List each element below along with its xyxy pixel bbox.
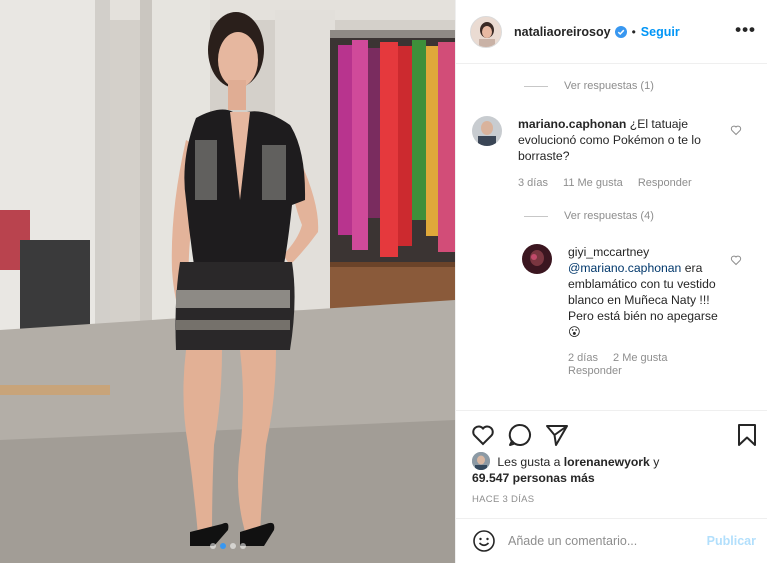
comment-emoji: 😮	[568, 325, 581, 339]
post-timestamp[interactable]: HACE 3 DÍAS	[472, 494, 534, 505]
comment-like-heart-icon[interactable]	[730, 254, 742, 266]
post-actions-bar	[456, 410, 767, 450]
post-header: nataliaoreirosoy • Seguir •••	[456, 0, 767, 64]
comments-list[interactable]: Ver respuestas (1) mariano.caphonan ¿El …	[456, 64, 767, 410]
carousel-dot	[239, 543, 246, 549]
more-options-icon[interactable]: •••	[735, 21, 756, 38]
share-send-icon[interactable]	[544, 422, 570, 448]
like-heart-icon[interactable]	[470, 422, 496, 448]
emoji-smile-icon[interactable]	[472, 529, 496, 553]
view-replies-label: Ver respuestas (4)	[564, 210, 654, 222]
carousel-dot	[209, 543, 216, 549]
author-avatar[interactable]	[470, 15, 502, 48]
comment-meta: 3 días 11 Me gusta Responder	[518, 177, 738, 190]
carousel-dot-active	[219, 543, 226, 549]
likes-count[interactable]: 69.547 personas más	[472, 471, 595, 485]
verified-badge-icon	[614, 25, 627, 38]
comment: mariano.caphonan ¿El tatuaje evolucionó …	[472, 116, 742, 190]
author-username[interactable]: nataliaoreirosoy	[514, 25, 611, 39]
commenter-avatar[interactable]	[522, 244, 552, 274]
follow-button[interactable]: Seguir	[641, 25, 680, 39]
photo-illustration	[0, 0, 455, 563]
reply-comment: giyi_mccartney @mariano.caphonan era emb…	[522, 244, 742, 378]
header-separator: •	[631, 24, 636, 39]
liker-username[interactable]: lorenanewyork	[564, 455, 650, 469]
replies-line	[524, 85, 548, 87]
comment-time[interactable]: 3 días	[518, 177, 548, 189]
comment-time[interactable]: 2 días	[568, 352, 598, 364]
comment-username[interactable]: mariano.caphonan	[518, 117, 626, 131]
comment-like-heart-icon[interactable]	[730, 124, 742, 136]
comment-bubble-icon[interactable]	[507, 422, 533, 448]
comment-body: giyi_mccartney @mariano.caphonan era emb…	[568, 244, 728, 378]
carousel-dot	[229, 543, 236, 549]
likes-joiner: y	[653, 455, 660, 469]
post-side-panel: nataliaoreirosoy • Seguir ••• Ver respue…	[455, 0, 767, 563]
comment-likes[interactable]: 2 Me gusta	[613, 352, 667, 364]
comment-body: mariano.caphonan ¿El tatuaje evolucionó …	[518, 116, 738, 190]
add-comment-bar: Publicar	[456, 518, 767, 563]
liker-avatar[interactable]	[472, 452, 490, 470]
view-replies-button[interactable]: Ver respuestas (1)	[524, 80, 654, 92]
reply-button[interactable]: Responder	[638, 177, 692, 189]
likes-summary: Les gusta a lorenanewyork y 69.547 perso…	[472, 452, 762, 486]
view-replies-button[interactable]: Ver respuestas (4)	[524, 210, 654, 222]
commenter-avatar[interactable]	[472, 116, 502, 146]
comment-likes[interactable]: 11 Me gusta	[563, 177, 623, 189]
publish-button[interactable]: Publicar	[707, 534, 756, 548]
carousel-indicator	[0, 543, 455, 549]
post-photo[interactable]	[0, 0, 455, 563]
save-bookmark-icon[interactable]	[734, 422, 760, 448]
comment-meta: 2 días 2 Me gusta Responder	[568, 352, 728, 378]
add-comment-input[interactable]	[508, 534, 698, 548]
reply-button[interactable]: Responder	[568, 365, 622, 377]
view-replies-label: Ver respuestas (1)	[564, 80, 654, 92]
replies-line	[524, 215, 548, 217]
likes-prefix: Les gusta a	[497, 455, 561, 469]
comment-username[interactable]: giyi_mccartney	[568, 245, 649, 259]
comment-mention[interactable]: @mariano.caphonan	[568, 261, 681, 275]
